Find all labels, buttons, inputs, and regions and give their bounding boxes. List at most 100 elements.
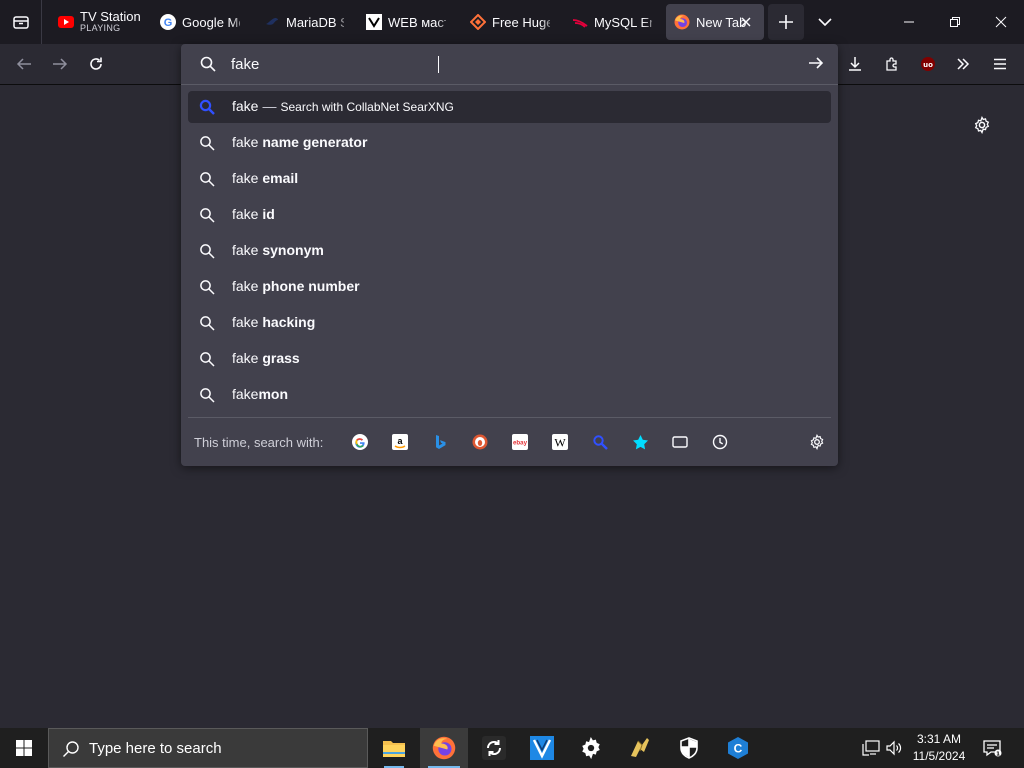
hexagon-c-icon: C <box>728 737 748 759</box>
search-suggestion[interactable]: fakemon <box>188 379 831 411</box>
taskbar-settings[interactable] <box>567 728 615 768</box>
new-tab-button[interactable] <box>768 4 804 40</box>
back-button[interactable] <box>14 54 34 74</box>
address-bar-dropdown: fake—Search with CollabNet SearXNG fake n… <box>181 44 838 466</box>
minimize-button[interactable] <box>886 0 932 44</box>
bing-icon <box>436 435 446 449</box>
search-tabs-button[interactable] <box>671 433 689 451</box>
engine-bing-button[interactable] <box>431 433 449 451</box>
search-suggestion[interactable]: fake email <box>188 163 831 195</box>
list-all-tabs-button[interactable] <box>0 0 42 44</box>
suggestion-text: fake id <box>232 206 275 222</box>
search-suggestion[interactable]: fake synonym <box>188 235 831 267</box>
suggestion-typed-part: fake <box>232 206 263 222</box>
taskbar-sync-app[interactable] <box>470 728 518 768</box>
suggestion-completion: id <box>262 206 275 222</box>
search-placeholder: Type here to search <box>89 739 222 757</box>
extensions-button[interactable] <box>882 54 902 74</box>
engine-wikipedia-button[interactable]: W <box>551 433 569 451</box>
hamburger-menu-icon <box>994 58 1006 70</box>
gear-icon <box>810 434 824 450</box>
double-chevron-right-icon <box>957 58 970 70</box>
lightning-app-icon <box>631 738 649 757</box>
ebay-icon: ebay <box>512 434 528 450</box>
suggestion-typed-part: fake <box>232 278 263 294</box>
search-suggestion[interactable]: fake id <box>188 199 831 231</box>
speaker-icon <box>886 740 902 756</box>
search-engine-result[interactable]: fake — Search with CollabNet SearXNG <box>188 91 831 123</box>
download-icon <box>849 57 861 71</box>
web-icon <box>366 14 382 30</box>
taskbar-clock[interactable]: 3:31 AM 11/5/2024 <box>906 731 972 765</box>
restore-icon <box>950 17 960 27</box>
forward-button[interactable] <box>50 54 70 74</box>
minimize-icon <box>904 21 914 23</box>
more-tools-button[interactable] <box>953 54 973 74</box>
app-menu-button[interactable] <box>990 54 1010 74</box>
mariadb-icon <box>264 14 280 30</box>
tab-mariadb[interactable]: MariaDB S <box>256 4 352 40</box>
search-settings-button[interactable] <box>808 433 826 451</box>
suggestion-text: fake grass <box>232 350 300 366</box>
search-suggestion[interactable]: fake hacking <box>188 307 831 339</box>
puzzle-icon <box>886 57 897 71</box>
search-suggestion[interactable]: fake grass <box>188 343 831 375</box>
suggestion-completion: email <box>262 170 299 186</box>
action-center-button[interactable]: 1 <box>982 738 1002 758</box>
suggestion-completion: synonym <box>262 242 324 258</box>
engine-google-button[interactable] <box>351 433 369 451</box>
svg-text:ebay: ebay <box>513 440 528 447</box>
taskbar-file-explorer[interactable] <box>370 728 418 768</box>
search-icon <box>199 171 215 187</box>
firefox-icon <box>432 736 456 760</box>
search-history-button[interactable] <box>711 433 729 451</box>
svg-text:W: W <box>554 436 566 450</box>
taskbar-app-c[interactable]: C <box>714 728 762 768</box>
taskbar-firefox[interactable] <box>420 728 468 768</box>
tab-web-master[interactable]: WEB мастi <box>358 4 454 40</box>
tab-mysql[interactable]: MySQL Err <box>564 4 660 40</box>
search-bookmarks-button[interactable] <box>631 433 649 451</box>
tab-free-huge[interactable]: Free Huge <box>462 4 558 40</box>
svg-text:C: C <box>734 742 743 756</box>
taskbar-code-editor[interactable] <box>518 728 566 768</box>
personalize-new-tab-button[interactable] <box>973 115 993 136</box>
result-action-text: Search with CollabNet SearXNG <box>280 100 454 114</box>
volume-tray-icon[interactable] <box>884 738 904 758</box>
tab-strip: TV Station PLAYING G Google Me MariaDB S… <box>0 0 1024 44</box>
search-suggestion[interactable]: fake name generator <box>188 127 831 159</box>
address-input[interactable] <box>231 54 791 74</box>
network-tray-icon[interactable] <box>861 738 881 758</box>
text-cursor <box>438 56 439 73</box>
suggestion-typed-part: fake <box>232 386 259 402</box>
amazon-icon: a <box>392 434 408 450</box>
close-window-button[interactable] <box>978 0 1024 44</box>
close-tab-icon[interactable] <box>740 16 752 28</box>
taskbar-security[interactable] <box>665 728 713 768</box>
tab-tv-station[interactable]: TV Station PLAYING <box>50 4 150 40</box>
ublock-button[interactable]: uo <box>918 54 938 74</box>
engine-amazon-button[interactable]: a <box>391 433 409 451</box>
engine-searxng-button[interactable] <box>591 433 609 451</box>
restore-button[interactable] <box>932 0 978 44</box>
engine-ebay-button[interactable]: ebay <box>511 433 529 451</box>
google-icon <box>352 434 368 450</box>
suggestion-text: fake — Search with CollabNet SearXNG <box>232 98 454 114</box>
search-icon <box>199 279 215 295</box>
taskbar-search-box[interactable]: Type here to search <box>48 728 368 768</box>
svg-text:1: 1 <box>996 751 1000 757</box>
tab-google[interactable]: G Google Me <box>152 4 248 40</box>
taskbar-ftp-app[interactable] <box>616 728 664 768</box>
tab-new-tab[interactable]: New Tab <box>666 4 764 40</box>
list-tabs-dropdown[interactable] <box>812 12 838 32</box>
engine-duckduckgo-button[interactable] <box>471 433 489 451</box>
reload-button[interactable] <box>86 54 106 74</box>
downloads-button[interactable] <box>845 54 865 74</box>
start-button[interactable] <box>0 728 48 768</box>
suggestion-typed-part: fake <box>232 242 263 258</box>
suggestion-typed-part: fake <box>232 98 259 114</box>
close-icon <box>995 16 1007 28</box>
search-suggestion[interactable]: fake phone number <box>188 271 831 303</box>
suggestion-text: fake phone number <box>232 278 360 294</box>
go-button[interactable] <box>807 54 827 74</box>
